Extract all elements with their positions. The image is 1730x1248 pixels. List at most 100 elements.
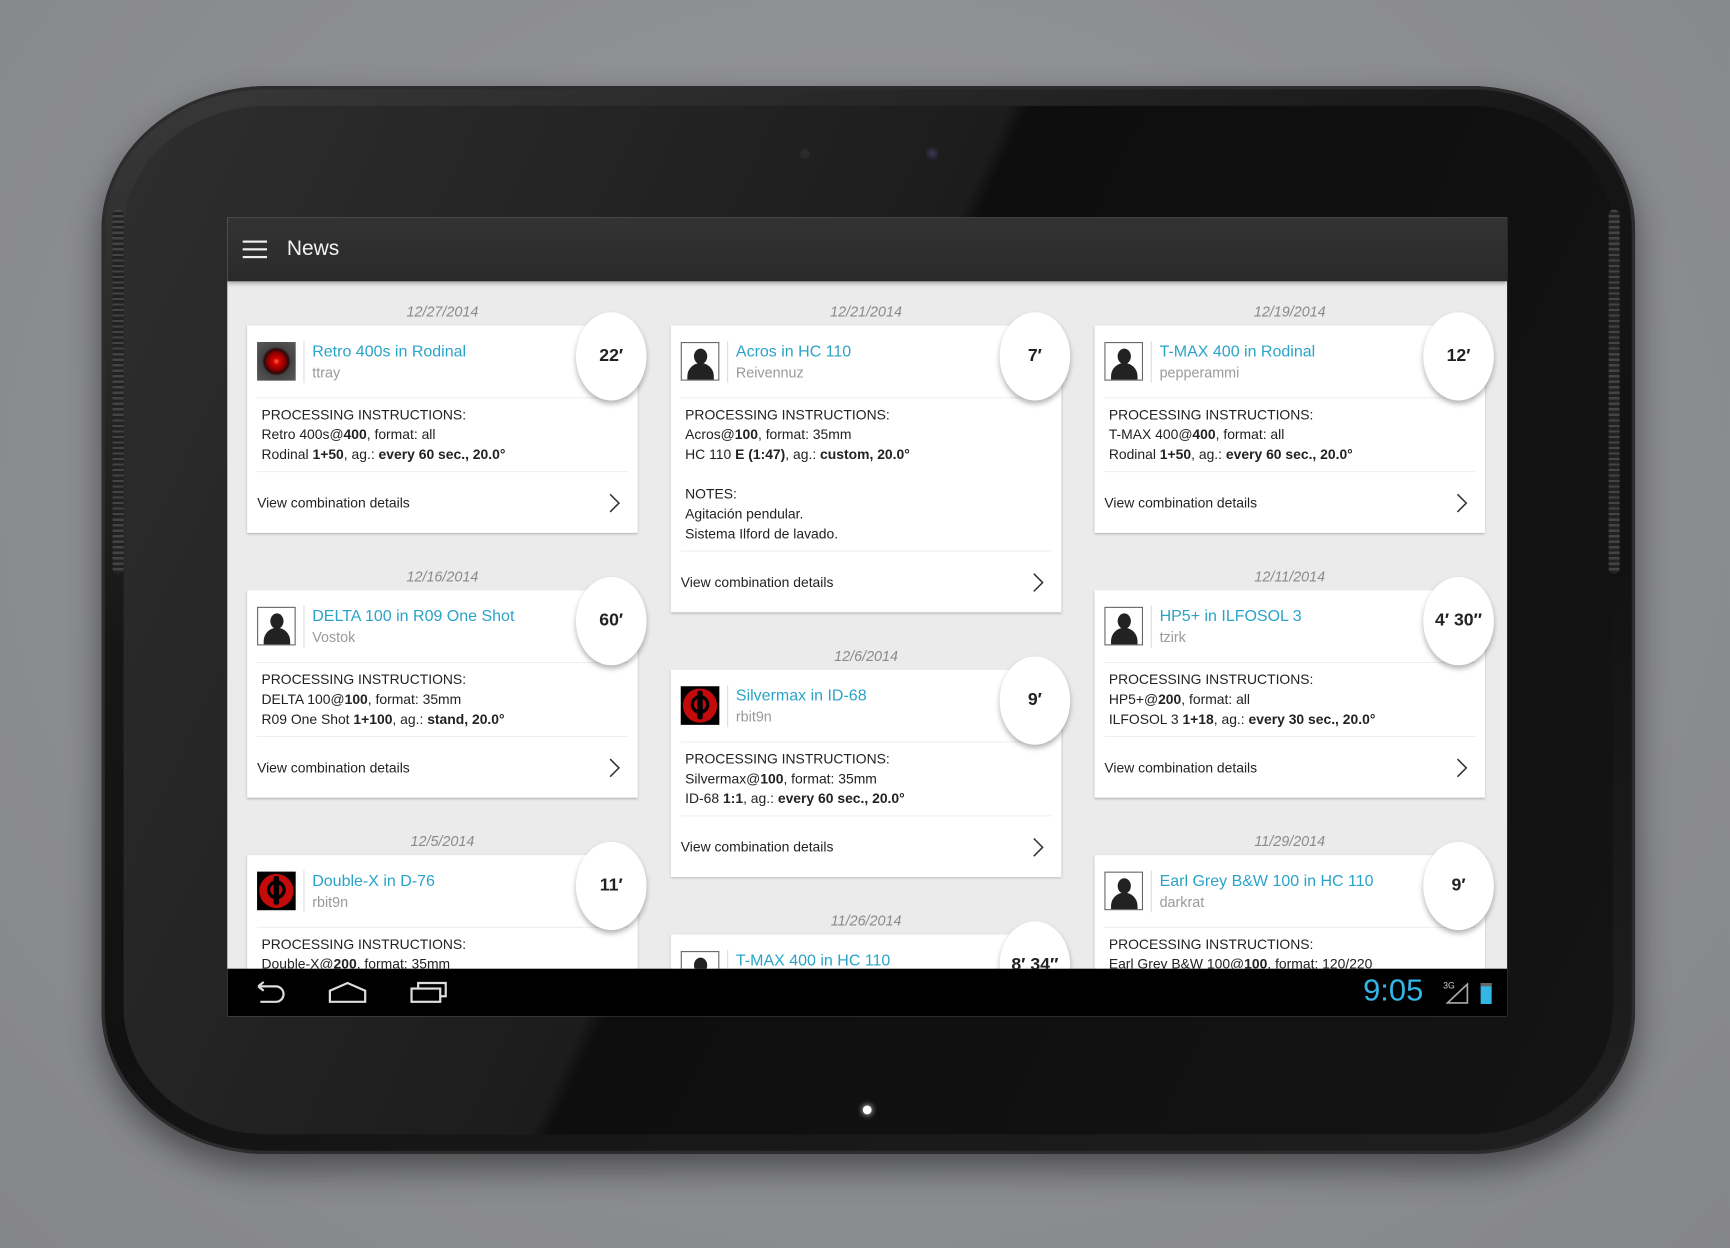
avatar[interactable] (257, 871, 296, 911)
user-silhouette-icon[interactable] (1104, 871, 1144, 911)
value-bold: every 30 sec., 20.0° (1248, 711, 1376, 728)
combination-card[interactable]: Earl Grey B&W 100 in HC 110 darkrat 9′ PROC… (1094, 841, 1494, 969)
combination-title-link[interactable]: Double-X in D-76 (312, 873, 435, 891)
text: Agitación pendular. (685, 506, 804, 522)
combination-title-link[interactable]: Earl Grey B&W 100 in HC 110 (1160, 873, 1374, 891)
text: , format: 35mm (783, 771, 877, 787)
view-details-button[interactable]: View combination details (1094, 737, 1485, 798)
feed-column: 12/27/2014 Retro 400s in Rodinal ttray 22′ P… (247, 299, 647, 969)
camera-icon (925, 146, 939, 160)
text: NOTES: (685, 486, 737, 503)
text: Silvermax@ (685, 771, 761, 787)
avatar[interactable] (680, 686, 720, 725)
development-time-badge: 22′ (575, 312, 647, 401)
text: , format: 35mm (757, 426, 852, 443)
text: , format: 35mm (356, 956, 451, 969)
development-time-badge: 11′ (575, 841, 647, 931)
value-bold: 400 (1192, 426, 1216, 443)
text: PROCESSING INSTRUCTIONS: (1108, 936, 1314, 953)
instruction-line: Earl Grey B&W 100@100, format: 120/220 (1109, 954, 1461, 969)
combination-card[interactable]: Acros in HC 110 Reivennuz 7′ PROCESSING INS… (670, 312, 1071, 613)
instruction-line: PROCESSING INSTRUCTIONS: (1109, 934, 1461, 954)
user-silhouette-icon[interactable] (680, 342, 720, 381)
view-details-button[interactable]: View combination details (247, 737, 638, 798)
divider (1150, 605, 1152, 648)
combination-title-link[interactable]: Acros in HC 110 (736, 343, 851, 361)
text: PROCESSING INSTRUCTIONS: (1108, 407, 1314, 423)
feed-item: 12/5/2014 Double-X in D-76 rbit9n 11′ PROCES… (247, 829, 647, 969)
back-icon[interactable] (249, 980, 287, 1004)
view-details-button[interactable]: View combination details (671, 816, 1062, 877)
chevron-right-icon (1456, 493, 1468, 512)
feed-item: 12/16/2014 DELTA 100 in R09 One Shot Vosto… (247, 564, 647, 798)
combination-card[interactable]: Double-X in D-76 rbit9n 11′ PROCESSING INST… (247, 841, 647, 969)
combination-card[interactable]: T-MAX 400 in HC 110 8′ 34″ (670, 921, 1071, 969)
view-details-button[interactable]: View combination details (1094, 472, 1485, 533)
combination-card[interactable]: T-MAX 400 in Rodinal pepperammi 12′ PROCESS… (1094, 312, 1494, 533)
combination-title-link[interactable]: T-MAX 400 in HC 110 (736, 952, 890, 969)
emblem-bar (273, 876, 280, 905)
text: , format: 120/220 (1267, 956, 1373, 969)
text: , format: all (1181, 691, 1250, 708)
speaker-grille-right (1608, 209, 1620, 574)
combination-card[interactable]: Retro 400s in Rodinal ttray 22′ PROCESSING … (247, 312, 647, 533)
instruction-line: PROCESSING INSTRUCTIONS: (1109, 405, 1461, 425)
divider (303, 870, 305, 913)
text: , format: all (366, 426, 436, 443)
view-details-button[interactable]: View combination details (247, 472, 638, 533)
divider (727, 340, 729, 383)
home-icon[interactable] (328, 980, 368, 1004)
avatar-body (1111, 892, 1138, 910)
speaker-grille-left (112, 209, 124, 574)
feed-column: 12/21/2014 Acros in HC 110 Reivennuz 7′ PROC… (670, 299, 1071, 969)
author-name: tzirk (1159, 628, 1186, 646)
text: HP5+@ (1108, 691, 1159, 708)
text: R09 One Shot (261, 711, 354, 728)
combination-title-link[interactable]: T-MAX 400 in Rodinal (1160, 343, 1316, 361)
chevron-right-icon (1456, 757, 1468, 777)
value-bold: 200 (1158, 691, 1182, 708)
combination-title-link[interactable]: Retro 400s in Rodinal (312, 343, 466, 361)
value-bold: custom, 20.0° (820, 446, 910, 463)
value-bold: E (1:47) (735, 446, 786, 463)
signal-icon: 3G (1443, 981, 1469, 1004)
hamburger-menu-icon[interactable] (242, 240, 267, 259)
instruction-line: Retro 400s@400, format: all (261, 425, 613, 445)
instruction-line: T-MAX 400@400, format: all (1109, 425, 1461, 445)
recent-apps-icon[interactable] (409, 980, 449, 1004)
combination-card[interactable]: HP5+ in ILFOSOL 3 tzirk 4′ 30″ PROCESSING I… (1094, 577, 1494, 798)
view-details-label: View combination details (1104, 494, 1258, 511)
combination-title-link[interactable]: Silvermax in ID-68 (736, 687, 867, 705)
view-details-button[interactable]: View combination details (671, 552, 1062, 613)
post-date: 12/21/2014 (830, 303, 902, 320)
feed-item: 11/29/2014 Earl Grey B&W 100 in HC 110 dar… (1094, 829, 1494, 969)
post-date: 12/11/2014 (1254, 568, 1326, 585)
avatar[interactable] (257, 342, 296, 381)
news-feed[interactable]: 12/27/2014 Retro 400s in Rodinal ttray 22′ P… (227, 281, 1507, 969)
instruction-line: NOTES: (685, 484, 1037, 504)
chevron-right-icon (609, 493, 621, 512)
text: PROCESSING INSTRUCTIONS: (1108, 671, 1314, 688)
combination-card[interactable]: Silvermax in ID-68 rbit9n 9′ PROCESSING INS… (670, 656, 1071, 878)
user-silhouette-icon[interactable] (257, 606, 296, 646)
author-name: ttray (312, 364, 341, 381)
instruction-line: Silvermax@100, format: 35mm (685, 769, 1037, 789)
value-bold: every 60 sec., 20.0° (378, 446, 506, 463)
processing-instructions: PROCESSING INSTRUCTIONS: Double-X@200, fo… (257, 928, 628, 969)
text: PROCESSING INSTRUCTIONS: (261, 671, 467, 688)
user-silhouette-icon[interactable] (1104, 606, 1144, 646)
instruction-line: Rodinal 1+50, ag.: every 60 sec., 20.0° (1109, 445, 1461, 465)
user-silhouette-icon[interactable] (1104, 342, 1144, 381)
processing-instructions: PROCESSING INSTRUCTIONS: Acros@100, forma… (680, 398, 1052, 552)
value-bold: every 60 sec., 20.0° (777, 791, 905, 807)
user-silhouette-icon[interactable] (680, 951, 720, 969)
instruction-line: R09 One Shot 1+100, ag.: stand, 20.0° (261, 709, 613, 729)
divider (303, 605, 305, 648)
combination-title-link[interactable]: HP5+ in ILFOSOL 3 (1160, 608, 1302, 626)
combination-title-link[interactable]: DELTA 100 in R09 One Shot (312, 608, 514, 626)
card-header: T-MAX 400 in Rodinal pepperammi (1104, 325, 1476, 399)
view-details-label: View combination details (1104, 759, 1258, 776)
avatar-head (1117, 348, 1131, 365)
combination-card[interactable]: DELTA 100 in R09 One Shot Vostok 60′ PROCES… (247, 577, 647, 798)
